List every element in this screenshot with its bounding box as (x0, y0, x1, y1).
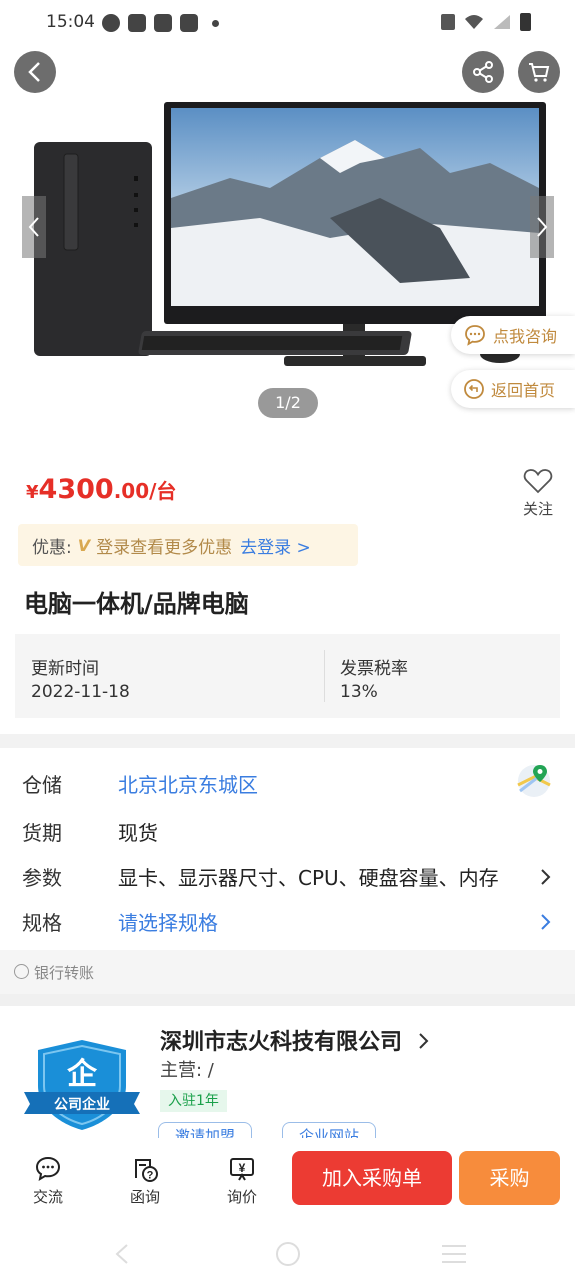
section-divider (0, 994, 575, 1006)
chat-bubble-icon (465, 325, 485, 346)
chevron-right-icon (418, 1033, 429, 1049)
cart-button[interactable] (518, 51, 560, 93)
notification-bag-icon (180, 14, 198, 32)
heart-icon (523, 469, 553, 494)
company-name-text: 深圳市志火科技有限公司 (160, 1030, 403, 1055)
gallery-page-indicator: 1/2 (258, 388, 318, 418)
back-button[interactable] (14, 51, 56, 93)
notification-bag-icon (154, 14, 172, 32)
price-integer: 4300 (38, 474, 114, 505)
product-info-box: 更新时间 2022-11-18 发票税率 13% (15, 634, 560, 718)
svg-text:?: ? (147, 1170, 154, 1182)
chat-icon (35, 1156, 61, 1182)
follow-label: 关注 (522, 500, 553, 518)
login-link[interactable]: 去登录 > (240, 533, 311, 558)
status-bar: 15:04 (0, 0, 575, 48)
chevron-right-icon (537, 217, 548, 237)
follow-button[interactable]: 关注 (520, 468, 556, 519)
price-unit: /台 (149, 479, 177, 503)
notification-bag-icon (128, 14, 146, 32)
check-circle-icon (14, 964, 29, 979)
speedometer-icon (102, 14, 120, 32)
promo-text: 登录查看更多优惠 (96, 537, 233, 558)
product-gallery[interactable]: 点我咨询 返回首页 1/2 (0, 48, 575, 440)
consult-button[interactable]: 点我咨询 (451, 316, 575, 354)
spec-row[interactable]: 规格 请选择规格 (0, 901, 575, 941)
system-nav-bar (0, 1230, 575, 1280)
chevron-right-icon (541, 869, 551, 885)
gallery-prev-button[interactable] (22, 196, 46, 258)
company-name[interactable]: 深圳市志火科技有限公司 (160, 1024, 430, 1056)
product-price: ¥4300.00/台 (26, 474, 176, 505)
product-title: 电脑一体机/品牌电脑 (24, 590, 249, 618)
params-label: 参数 (22, 866, 62, 890)
letter-inquiry-label: 函询 (129, 1188, 160, 1206)
update-time-value: 2022-11-18 (31, 682, 130, 702)
bank-transfer-label: 银行转账 (34, 964, 95, 982)
vibrate-icon (441, 14, 455, 30)
chevron-left-icon (28, 62, 40, 82)
tenure-badge: 入驻1年 (160, 1090, 227, 1112)
warehouse-value[interactable]: 北京北京东城区 (118, 769, 258, 798)
status-right-icons (441, 13, 531, 31)
bottom-action-bar: 交流 ? 函询 ¥ 询价 加入采购单 采购 (0, 1138, 575, 1230)
purchase-button[interactable]: 采购 (459, 1151, 560, 1205)
letter-inquiry-button[interactable]: ? 函询 (115, 1154, 175, 1207)
nav-home-icon[interactable] (274, 1240, 302, 1268)
question-document-icon: ? (135, 1159, 158, 1182)
promo-banner[interactable]: 优惠: V 登录查看更多优惠 去登录 > (18, 524, 358, 566)
home-label: 返回首页 (491, 381, 556, 400)
section-divider (0, 734, 575, 748)
more-notifications-dot (212, 20, 219, 27)
warehouse-label: 仓储 (22, 773, 62, 797)
share-button[interactable] (462, 51, 504, 93)
map-location-icon[interactable] (516, 763, 552, 799)
chat-tool-button[interactable]: 交流 (18, 1154, 78, 1207)
divider (324, 650, 325, 702)
payment-method-row: 银行转账 (0, 950, 575, 994)
nav-menu-icon[interactable] (440, 1242, 468, 1266)
share-icon (473, 61, 493, 83)
price-inquiry-button[interactable]: ¥ 询价 (212, 1154, 272, 1207)
delivery-label: 货期 (22, 821, 62, 845)
svg-text:公司企业: 公司企业 (54, 1096, 110, 1112)
return-icon (464, 379, 484, 399)
add-to-purchase-list-button[interactable]: 加入采购单 (292, 1151, 452, 1205)
vip-icon: V (77, 535, 91, 555)
consult-label: 点我咨询 (493, 327, 558, 346)
svg-text:企: 企 (67, 1057, 98, 1091)
price-decimal: .00 (113, 479, 150, 503)
params-value: 显卡、显示器尺寸、CPU、硬盘容量、内存 (118, 866, 499, 890)
spec-label: 规格 (22, 911, 62, 935)
delivery-value: 现货 (118, 821, 158, 845)
price-inquiry-label: 询价 (226, 1188, 257, 1206)
battery-icon (520, 13, 531, 31)
nav-back-icon[interactable] (112, 1242, 132, 1266)
chevron-right-icon (541, 914, 551, 930)
update-time-label: 更新时间 (31, 659, 99, 679)
spec-value: 请选择规格 (118, 911, 218, 935)
main-business: 主营: / (160, 1060, 214, 1081)
price-currency: ¥ (26, 482, 39, 503)
chevron-left-icon (28, 217, 39, 237)
wifi-icon (465, 15, 483, 29)
params-row[interactable]: 参数 显卡、显示器尺寸、CPU、硬盘容量、内存 (0, 856, 575, 896)
signal-icon (494, 15, 510, 29)
price-tag-icon: ¥ (230, 1158, 254, 1181)
delivery-row: 货期 现货 (0, 811, 575, 851)
status-time: 15:04 (46, 12, 95, 32)
enterprise-badge-icon[interactable]: 企 公司企业 (24, 1036, 140, 1132)
warehouse-row[interactable]: 仓储 北京北京东城区 (0, 763, 575, 803)
home-button[interactable]: 返回首页 (451, 370, 575, 408)
chat-label: 交流 (32, 1188, 63, 1206)
gallery-next-button[interactable] (530, 196, 554, 258)
tax-rate-label: 发票税率 (340, 659, 408, 679)
svg-text:¥: ¥ (239, 1161, 246, 1175)
tax-rate-value: 13% (340, 682, 378, 702)
cart-icon (529, 63, 550, 82)
promo-label: 优惠: (32, 537, 72, 558)
